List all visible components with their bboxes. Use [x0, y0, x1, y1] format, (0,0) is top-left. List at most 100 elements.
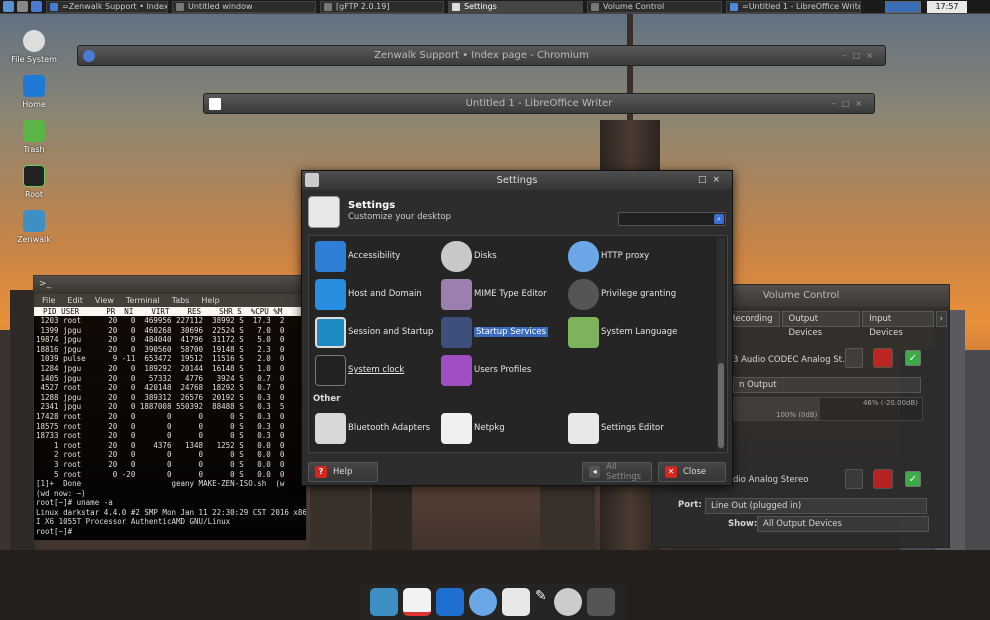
tab-input-devices[interactable]: Input Devices: [862, 311, 934, 338]
settings-window[interactable]: Settings □× Settings Customize your desk…: [301, 170, 733, 486]
search-icon[interactable]: ⌕: [714, 214, 724, 224]
item-http-proxy[interactable]: HTTP proxy: [568, 240, 649, 272]
task-volume-control[interactable]: Volume Control: [587, 0, 722, 13]
window-icon: [176, 2, 184, 11]
device1-name: 3 Audio CODEC Analog St...: [733, 355, 851, 365]
all-settings-button[interactable]: ◂ All Settings: [582, 462, 652, 482]
desktop-icon-trash[interactable]: Trash: [8, 120, 60, 154]
terminal-line: 1284 jpgu 20 0 189292 20144 16148 S 1.0 …: [36, 363, 285, 373]
dock-zenwalk-icon[interactable]: [370, 588, 398, 616]
item-privilege-granting[interactable]: Privilege granting: [568, 278, 676, 310]
menu-help[interactable]: Help: [201, 296, 219, 305]
terminal-line: 2341 jpgu 20 0 1887008 550392 88488 S 0.…: [36, 402, 285, 412]
writer-window[interactable]: Untitled 1 - LibreOffice Writer –□×: [203, 93, 875, 114]
search-input[interactable]: [618, 212, 726, 226]
device1-default-check-icon[interactable]: ✓: [905, 350, 921, 366]
port-label: Port:: [678, 500, 702, 510]
chromium-window[interactable]: Zenwalk Support • Index page - Chromium …: [77, 45, 886, 66]
disk-icon: [441, 240, 472, 272]
desktop-icon-home[interactable]: Home: [8, 75, 60, 109]
item-mime-type-editor[interactable]: MIME Type Editor: [441, 278, 547, 310]
terminal-window[interactable]: >_ File Edit View Terminal Tabs Help PID…: [33, 275, 307, 541]
desktop-icon-zenwalk[interactable]: Zenwalk: [8, 210, 60, 244]
terminal-output[interactable]: 1203 root 20 0 469956 227112 38992 S 17.…: [34, 316, 306, 537]
window-controls[interactable]: □×: [698, 171, 726, 190]
clock[interactable]: 17:57: [927, 1, 967, 13]
device2-set-default-button[interactable]: [845, 469, 863, 489]
terminal-line: 19874 jpgu 20 0 484040 41796 31172 S 5.0…: [36, 335, 285, 345]
menu-tabs[interactable]: Tabs: [172, 296, 190, 305]
mute-shield-icon[interactable]: [873, 348, 893, 368]
menu-terminal[interactable]: Terminal: [126, 296, 160, 305]
dock-settings-icon[interactable]: [502, 588, 530, 616]
mute-shield-icon[interactable]: [873, 469, 893, 489]
trash-icon: [23, 120, 45, 142]
help-icon: ?: [315, 466, 327, 478]
task-chromium[interactable]: =Zenwalk Support • Index pa...: [46, 0, 168, 13]
tab-output-devices[interactable]: Output Devices: [781, 311, 861, 338]
dock-mail-icon[interactable]: [403, 588, 431, 616]
desktop-icon-root[interactable]: Root: [8, 165, 60, 199]
writer-icon: [730, 2, 738, 11]
browser-launcher-icon[interactable]: [31, 1, 42, 12]
terminal-line: 1399 jpgu 20 0 460268 30696 22524 S 7.0 …: [36, 325, 285, 335]
tabs-scroll-right-icon[interactable]: ›: [935, 311, 947, 327]
terminal-line: I X6 1055T Processor AuthenticAMD GNU/Li…: [36, 517, 231, 527]
item-bluetooth-adapters[interactable]: Bluetooth Adapters: [315, 412, 430, 444]
item-session-and-startup[interactable]: Session and Startup: [315, 316, 433, 348]
device1-set-default-button[interactable]: [845, 348, 863, 368]
menu-edit[interactable]: Edit: [67, 296, 83, 305]
section-other-title: Other: [313, 394, 341, 404]
device1-port-select[interactable]: n Output: [733, 377, 921, 393]
task-untitled-window[interactable]: Untitled window: [172, 0, 316, 13]
menu-file[interactable]: File: [42, 296, 55, 305]
task-libreoffice-writer[interactable]: =Untitled 1 - LibreOffice Writer=: [726, 0, 861, 13]
dock-folder-icon[interactable]: [436, 588, 464, 616]
grid-scrollbar[interactable]: [717, 238, 725, 450]
settings-header-icon: [308, 196, 340, 228]
volume-slider[interactable]: 46% (-20.00dB) 100% (0dB): [733, 397, 923, 421]
volume-level-label: 46% (-20.00dB): [862, 399, 918, 407]
session-monitor-icon: [315, 316, 346, 348]
dock-speaker-icon[interactable]: [587, 588, 615, 616]
back-arrow-icon: ◂: [589, 466, 601, 478]
settings-items-grid: Accessibility Disks HTTP proxy Host and …: [308, 235, 728, 453]
scrollbar-thumb[interactable]: [718, 363, 724, 448]
close-button[interactable]: ✕ Close: [658, 462, 726, 482]
show-label: Show:: [728, 519, 758, 529]
task-settings[interactable]: Settings: [448, 0, 583, 13]
terminal-line: 5 root 0 -20 0 0 0 S 0.0 0: [36, 469, 285, 479]
item-system-clock[interactable]: System clock: [315, 354, 404, 386]
task-gftp[interactable]: [gFTP 2.0.19]: [320, 0, 444, 13]
terminal-launcher-icon[interactable]: [17, 1, 28, 12]
terminal-line: root[~]#: [36, 527, 73, 537]
item-startup-services[interactable]: Startup Services: [441, 316, 549, 348]
window-controls[interactable]: –□×: [843, 46, 879, 65]
settings-app-icon: [305, 173, 319, 187]
dock-browser-icon[interactable]: [469, 588, 497, 616]
terminal-line: 2 root 20 0 0 0 0 S 0.0 0: [36, 450, 285, 460]
item-netpkg[interactable]: Netpkg: [441, 412, 505, 444]
terminal-line: 1039 pulse 9 -11 653472 19512 11516 S 2.…: [36, 354, 285, 364]
dock-edit-icon[interactable]: ✎: [535, 588, 549, 616]
show-select[interactable]: All Output Devices: [757, 516, 929, 532]
menu-launcher-icon[interactable]: [3, 1, 14, 12]
device2-default-check-icon[interactable]: ✓: [905, 471, 921, 487]
desktop-icon-file-system[interactable]: File System: [8, 30, 60, 64]
dock-weather-icon[interactable]: [554, 588, 582, 616]
item-host-and-domain[interactable]: Host and Domain: [315, 278, 422, 310]
writer-doc-icon: [209, 98, 221, 110]
dock: ✎: [360, 584, 625, 620]
map-pin-icon: [568, 316, 599, 348]
menu-view[interactable]: View: [95, 296, 114, 305]
item-users-profiles[interactable]: Users Profiles: [441, 354, 531, 386]
window-controls[interactable]: –□×: [832, 94, 868, 113]
item-system-language[interactable]: System Language: [568, 316, 677, 348]
port-select[interactable]: Line Out (plugged in): [705, 498, 927, 514]
item-accessibility[interactable]: Accessibility: [315, 240, 400, 272]
settings-editor-icon: [568, 412, 599, 444]
item-settings-editor[interactable]: Settings Editor: [568, 412, 664, 444]
help-button[interactable]: ? Help: [308, 462, 378, 482]
keyboard-layout-icon[interactable]: [885, 1, 921, 13]
item-disks[interactable]: Disks: [441, 240, 497, 272]
